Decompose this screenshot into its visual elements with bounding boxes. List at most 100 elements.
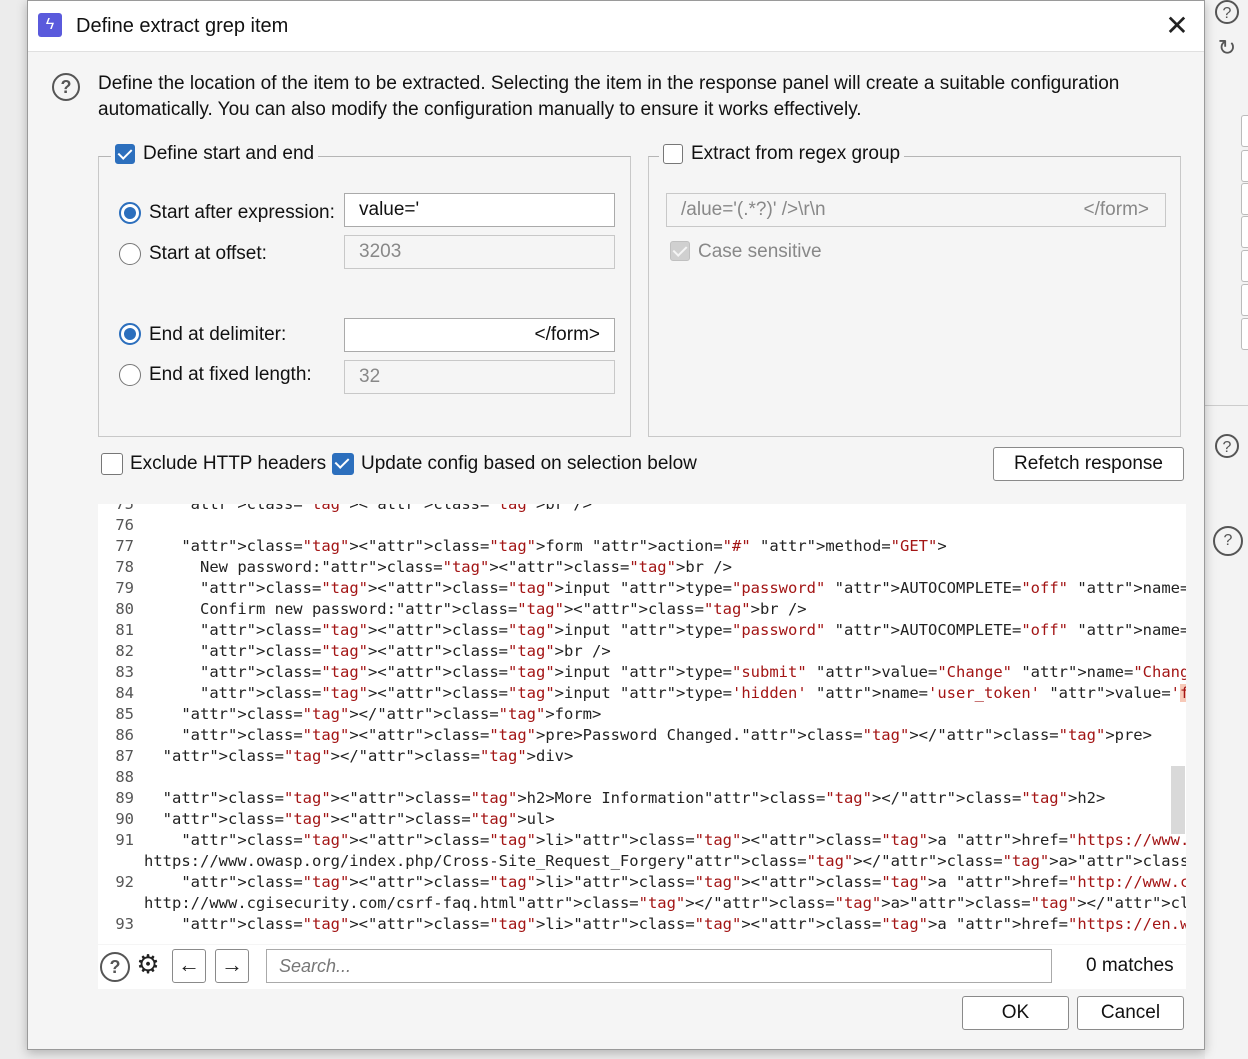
- side-tab: [1241, 250, 1248, 282]
- close-button[interactable]: ✕: [1160, 9, 1194, 43]
- code-text: "attr">class="tag"><"attr">class="tag">f…: [181, 537, 947, 555]
- code-text: http://www.cgisecurity.com/csrf-faq.html…: [144, 894, 1186, 912]
- code-line: 80 Confirm new password:"attr">class="ta…: [98, 599, 1158, 620]
- end-fixed-input[interactable]: 32: [344, 360, 615, 394]
- line-number: 92: [115, 873, 134, 891]
- side-tab: [1241, 284, 1248, 316]
- code-text: "attr">class="tag"><"attr">class="tag">l…: [181, 915, 1186, 933]
- define-start-end-checkbox[interactable]: [115, 144, 135, 164]
- previous-match-button[interactable]: ←: [172, 949, 206, 983]
- end-fixed-label: End at fixed length:: [149, 364, 312, 385]
- search-input[interactable]: Search...: [266, 949, 1052, 983]
- code-line: 78 New password:"attr">class="tag"><"att…: [98, 557, 1158, 578]
- line-number: 80: [115, 600, 134, 618]
- case-sensitive-checkbox[interactable]: [670, 241, 690, 261]
- start-after-radio[interactable]: [119, 202, 141, 224]
- line-number: 82: [115, 642, 134, 660]
- start-after-label: Start after expression:: [149, 202, 335, 223]
- side-tab: [1241, 183, 1248, 215]
- background-app-panel: ? ↻ ? ?: [1205, 0, 1248, 1059]
- update-config-checkbox[interactable]: [332, 453, 354, 475]
- code-scrollbar[interactable]: [1171, 766, 1185, 834]
- extract-grep-dialog: ϟ Define extract grep item ✕ ? Define th…: [27, 0, 1205, 1050]
- line-number: 79: [115, 579, 134, 597]
- line-number: 78: [115, 558, 134, 576]
- next-match-button[interactable]: →: [215, 949, 249, 983]
- help-icon[interactable]: ?: [52, 73, 80, 101]
- end-delimiter-radio[interactable]: [119, 323, 141, 345]
- response-code-view[interactable]: 75 "attr">class="tag"><"attr">class="tag…: [98, 504, 1186, 944]
- code-line: https://www.owasp.org/index.php/Cross-Si…: [98, 851, 1186, 872]
- start-end-legend: Define start and end: [111, 143, 319, 165]
- line-number: 83: [115, 663, 134, 681]
- side-tab: [1241, 115, 1248, 147]
- match-count: 0 matches: [1086, 955, 1174, 976]
- title-bar: ϟ Define extract grep item ✕: [28, 1, 1204, 52]
- line-number: 87: [115, 747, 134, 765]
- code-line: 82 "attr">class="tag"><"attr">class="tag…: [98, 641, 1158, 662]
- line-number: 77: [115, 537, 134, 555]
- line-number: 76: [115, 516, 134, 534]
- code-text: "attr">class="tag"><"attr">class="tag">i…: [200, 621, 1186, 639]
- regex-pattern-text: /alue='(.*?)' />\r\n: [681, 199, 826, 220]
- dialog-title: Define extract grep item: [76, 15, 289, 37]
- update-config-label: Update config based on selection below: [361, 453, 697, 474]
- side-tab: [1241, 150, 1248, 182]
- help-icon: ?: [1215, 0, 1239, 24]
- code-line: 85 "attr">class="tag"></"attr">class="ta…: [98, 704, 1158, 725]
- burp-app-icon: ϟ: [38, 13, 62, 37]
- side-tab: [1241, 318, 1248, 350]
- ok-button[interactable]: OK: [962, 996, 1069, 1030]
- line-number: 88: [115, 768, 134, 786]
- start-offset-input[interactable]: 3203: [344, 235, 615, 269]
- start-end-legend-label: Define start and end: [143, 143, 315, 164]
- line-number: 93: [115, 915, 134, 933]
- code-line: 76: [98, 515, 1158, 536]
- line-number: 84: [115, 684, 134, 702]
- code-text: "attr">class="tag"><"attr">class="tag">i…: [200, 663, 1186, 681]
- end-delimiter-input[interactable]: </form>: [344, 318, 615, 352]
- divider: [1205, 405, 1248, 406]
- code-text: "attr">class="tag"><"attr">class="tag">l…: [181, 831, 1186, 849]
- code-text: "attr">class="tag"></"attr">class="tag">…: [162, 747, 574, 765]
- line-number: 89: [115, 789, 134, 807]
- code-text: "attr">class="tag"><"attr">class="tag">i…: [144, 683, 1186, 704]
- code-line: 75 "attr">class="tag"><"attr">class="tag…: [98, 504, 1158, 515]
- code-line: 90 "attr">class="tag"><"attr">class="tag…: [98, 809, 1158, 830]
- start-offset-radio[interactable]: [119, 243, 141, 265]
- start-after-input[interactable]: value=': [344, 193, 615, 227]
- help-icon: ?: [1215, 434, 1239, 458]
- code-text: "attr">class="tag"><"attr">class="tag">l…: [181, 873, 1186, 891]
- regex-checkbox[interactable]: [663, 144, 683, 164]
- line-number: 81: [115, 621, 134, 639]
- regex-pattern-end: </form>: [1083, 199, 1149, 220]
- line-number: 75: [115, 504, 134, 513]
- code-line: 77 "attr">class="tag"><"attr">class="tag…: [98, 536, 1158, 557]
- refetch-response-button[interactable]: Refetch response: [993, 447, 1184, 481]
- exclude-headers-checkbox[interactable]: [101, 453, 123, 475]
- line-number: 85: [115, 705, 134, 723]
- code-text: "attr">class="tag"><"attr">class="tag">p…: [181, 726, 1152, 744]
- case-sensitive-label: Case sensitive: [698, 241, 822, 262]
- exclude-headers-label: Exclude HTTP headers: [130, 453, 327, 474]
- regex-pattern-input[interactable]: /alue='(.*?)' />\r\n </form>: [666, 193, 1166, 227]
- code-text: https://www.owasp.org/index.php/Cross-Si…: [144, 852, 1186, 870]
- code-line: 84 "attr">class="tag"><"attr">class="tag…: [98, 683, 1186, 704]
- code-line: 91 "attr">class="tag"><"attr">class="tag…: [98, 830, 1186, 851]
- search-help-icon[interactable]: ?: [100, 952, 130, 982]
- code-line: 93 "attr">class="tag"><"attr">class="tag…: [98, 914, 1186, 935]
- search-settings-gear-icon[interactable]: ⚙: [131, 949, 165, 983]
- end-fixed-radio[interactable]: [119, 364, 141, 386]
- code-line: 92 "attr">class="tag"><"attr">class="tag…: [98, 872, 1186, 893]
- code-line: 89 "attr">class="tag"><"attr">class="tag…: [98, 788, 1158, 809]
- code-text: Confirm new password:"attr">class="tag">…: [144, 600, 807, 618]
- line-number: 91: [115, 831, 134, 849]
- regex-legend-label: Extract from regex group: [691, 143, 901, 164]
- cancel-button[interactable]: Cancel: [1077, 996, 1184, 1030]
- code-line: 86 "attr">class="tag"><"attr">class="tag…: [98, 725, 1158, 746]
- refresh-icon: ↻: [1217, 35, 1237, 60]
- search-bar: ? ⚙ ← → Search... 0 matches: [98, 945, 1186, 989]
- start-end-group: Define start and end Start after express…: [98, 143, 631, 437]
- side-tab: [1241, 216, 1248, 248]
- code-text: "attr">class="tag"><"attr">class="tag">h…: [162, 789, 1106, 807]
